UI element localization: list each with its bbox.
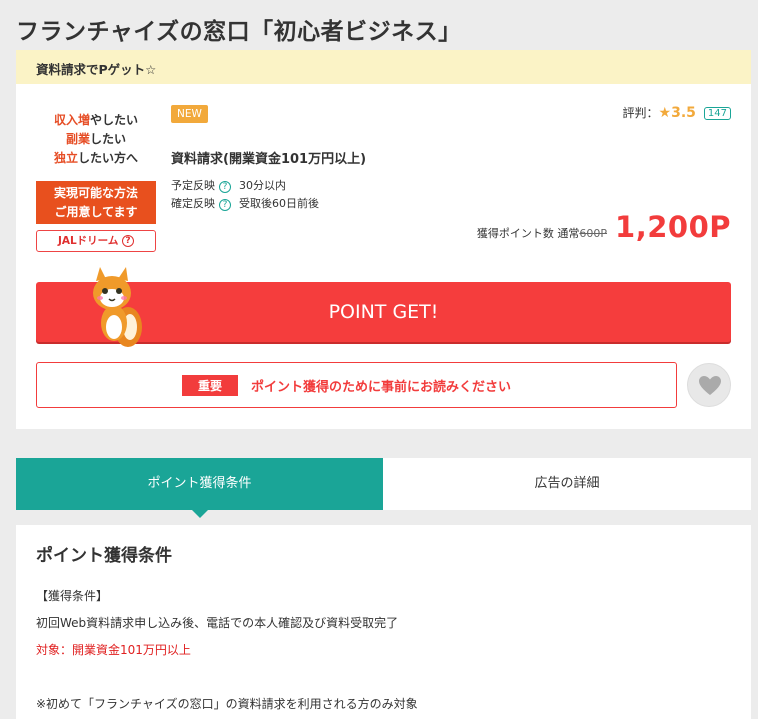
confirm-value: 受取後60日前後 — [239, 197, 319, 210]
jal-dream-badge[interactable]: JALドリーム ? — [36, 230, 156, 252]
confirm-label: 確定反映 — [171, 197, 215, 210]
jal-dream-label: JALドリーム — [57, 235, 119, 247]
favorite-button[interactable] — [687, 363, 731, 407]
schedule-label: 予定反映 — [171, 179, 215, 192]
conditions-target: 対象：開業資金101万円以上 — [36, 643, 191, 657]
review-count-badge[interactable]: 147 — [703, 107, 731, 120]
banner-line1-rest: やしたい — [90, 113, 139, 127]
points-value: 1,200P — [615, 210, 731, 244]
rating: 評判：★3.5 147 — [623, 104, 731, 121]
conditions-title: ポイント獲得条件 — [36, 546, 172, 566]
points-old: 600P — [579, 227, 608, 240]
banner-headline: 収入増やしたい 副業したい 独立したい方へ — [36, 106, 156, 181]
schedule-row: 予定反映? 30分以内 — [171, 177, 286, 193]
tab-ad-details[interactable]: 広告の詳細 — [383, 458, 751, 510]
banner-cta: 実現可能な方法 ご用意してます — [36, 181, 156, 224]
rating-label: 評判： — [622, 106, 659, 120]
offer-name: 資料請求(開業資金101万円以上) — [171, 152, 367, 167]
detail-tabs: ポイント獲得条件 広告の詳細 — [16, 458, 751, 518]
points-row: 獲得ポイント数 通常600P 1,200P — [477, 210, 731, 244]
banner-line3-rest: したい方へ — [78, 151, 139, 165]
conditions-line: 初回Web資料請求申し込み後、電話での本人確認及び資料受取完了 — [36, 616, 399, 630]
conditions-note: ※初めて「フランチャイズの窓口」の資料請求を利用される方のみ対象 — [36, 697, 418, 711]
offer-banner-image[interactable]: 収入増やしたい 副業したい 独立したい方へ 実現可能な方法 ご用意してます — [36, 106, 156, 224]
page-title: フランチャイズの窓口「初心者ビジネス」 — [16, 19, 462, 45]
campaign-bar: 資料請求でPゲット☆ — [16, 50, 751, 84]
rating-star: ★3.5 — [658, 105, 696, 121]
banner-line2-highlight: 副業 — [65, 132, 90, 146]
help-circle-icon[interactable]: ? — [219, 181, 231, 193]
banner-line1-highlight: 収入増 — [53, 113, 90, 127]
confirm-row: 確定反映? 受取後60日前後 — [171, 195, 319, 211]
important-notice-button[interactable]: 重要 ポイント獲得のために事前にお読みください — [36, 362, 677, 408]
notice-tag: 重要 — [182, 375, 239, 396]
help-circle-icon: ? — [122, 235, 135, 247]
banner-cta-line1: 実現可能な方法 — [53, 186, 138, 200]
points-label: 獲得ポイント数 通常 — [476, 227, 580, 240]
banner-line3-highlight: 独立 — [53, 151, 78, 165]
help-circle-icon[interactable]: ? — [219, 199, 231, 211]
squirrel-mascot-icon — [93, 267, 142, 347]
banner-cta-line2: ご用意してます — [54, 205, 138, 219]
tab-point-conditions[interactable]: ポイント獲得条件 — [16, 458, 383, 518]
conditions-section-label: 【獲得条件】 — [36, 589, 109, 603]
new-badge: NEW — [171, 105, 208, 123]
heart-icon — [699, 376, 721, 395]
conditions-panel: ポイント獲得条件 【獲得条件】 初回Web資料請求申し込み後、電話での本人確認及… — [16, 525, 751, 719]
offer-card: 資料請求でPゲット☆ 収入増やしたい 副業したい 独立したい方へ 実現可能な方法… — [16, 50, 751, 429]
banner-line2-rest: したい — [90, 132, 127, 146]
notice-text: ポイント獲得のために事前にお読みください — [251, 380, 512, 395]
schedule-value: 30分以内 — [239, 179, 286, 192]
